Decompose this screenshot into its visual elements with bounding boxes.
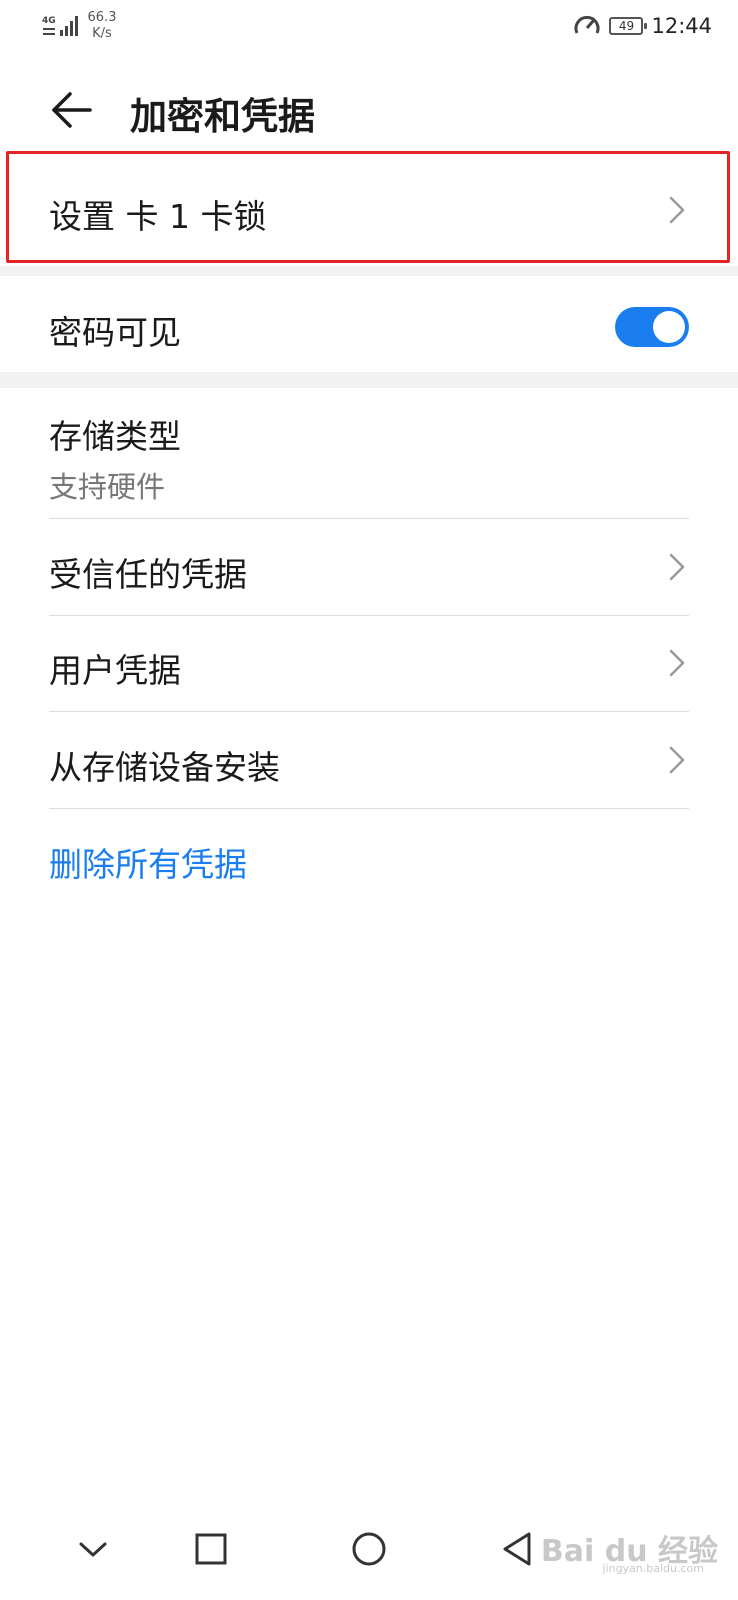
toggle-knob xyxy=(653,311,685,343)
section-gap xyxy=(0,372,738,388)
trusted-credentials-row[interactable]: 受信任的凭据 xyxy=(0,519,738,615)
install-from-storage-row[interactable]: 从存储设备安装 xyxy=(0,712,738,808)
user-credentials-row[interactable]: 用户凭据 xyxy=(0,616,738,711)
storage-type-value: 支持硬件 xyxy=(49,470,166,504)
storage-type-row: 存储类型 支持硬件 xyxy=(0,388,738,518)
network-speed-unit: K/s xyxy=(92,26,112,41)
divider xyxy=(49,808,689,809)
password-visible-label: 密码可见 xyxy=(49,313,181,352)
storage-type-label: 存储类型 xyxy=(49,417,181,456)
clock: 12:44 xyxy=(651,14,712,38)
chevron-down-icon[interactable] xyxy=(68,1524,118,1574)
password-visible-toggle[interactable] xyxy=(615,307,689,347)
app-bar: 加密和凭据 xyxy=(0,70,738,150)
install-from-storage-label: 从存储设备安装 xyxy=(49,748,280,787)
battery-icon: 49 xyxy=(609,17,648,35)
home-circle-icon[interactable] xyxy=(344,1524,394,1574)
network-speed: 66.3 K/s xyxy=(84,10,120,42)
chevron-right-icon xyxy=(669,553,685,581)
chevron-right-icon xyxy=(669,649,685,677)
clear-credentials-button[interactable]: 删除所有凭据 xyxy=(49,838,247,886)
trusted-credentials-label: 受信任的凭据 xyxy=(49,555,247,594)
page-title: 加密和凭据 xyxy=(130,95,315,138)
signal-icon: 4G xyxy=(42,16,78,36)
status-bar: 4G 66.3 K/s 49 12:44 xyxy=(0,0,738,56)
chevron-right-icon xyxy=(669,746,685,774)
recents-square-icon[interactable] xyxy=(186,1524,236,1574)
user-credentials-label: 用户凭据 xyxy=(49,651,181,690)
highlight-box xyxy=(6,151,730,263)
network-speed-value: 66.3 xyxy=(87,10,117,25)
watermark-url: jingyan.baidu.com xyxy=(602,1562,704,1575)
back-arrow-icon[interactable] xyxy=(48,88,94,132)
speedometer-icon xyxy=(574,15,600,34)
svg-text:4G: 4G xyxy=(42,16,56,26)
section-gap xyxy=(0,266,738,276)
back-triangle-icon[interactable] xyxy=(494,1524,544,1574)
